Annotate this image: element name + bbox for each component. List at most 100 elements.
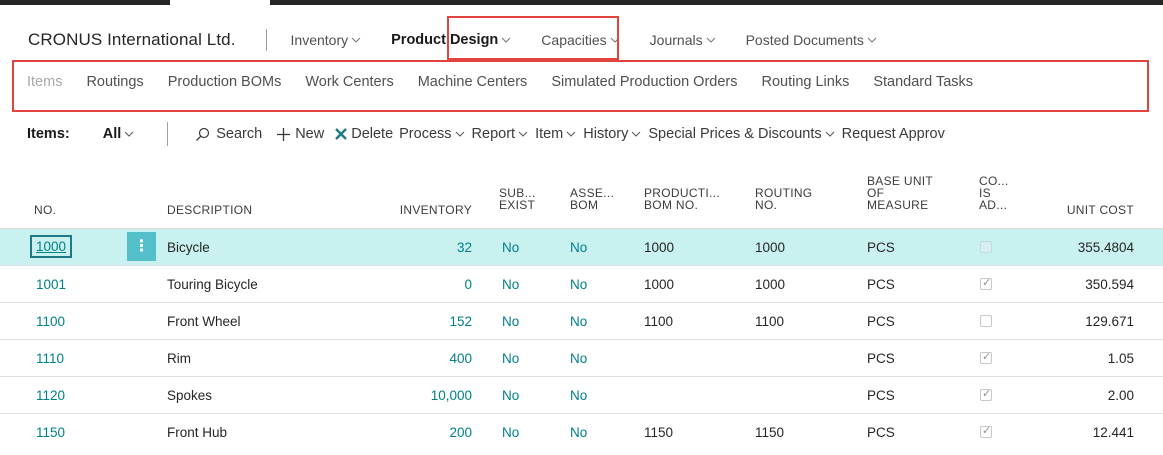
cell-assembly[interactable]: No [570,425,587,440]
col-no[interactable]: NO. [34,204,56,216]
menu-product-design[interactable]: Product Design [391,32,511,48]
cost-adjusted-checkbox [980,350,992,364]
delete-label: Delete [351,126,394,142]
cell-assembly[interactable]: No [570,277,587,292]
subnav-work-centers[interactable]: Work Centers [305,74,393,90]
row-actions-icon[interactable]: ⋮ [127,232,156,261]
subnav-standard-tasks[interactable]: Standard Tasks [873,74,973,90]
process-label: Process [399,126,452,142]
col-description[interactable]: DESCRIPTION [167,204,252,216]
col-routing-no[interactable]: ROUTING NO. [755,187,812,211]
item-menu[interactable]: Item [535,126,576,142]
cell-description: Touring Bicycle [167,277,258,292]
subnav-routings[interactable]: Routings [86,74,143,90]
chevron-down-icon [867,37,877,43]
search-button[interactable]: Search [195,126,262,142]
col-cost-line3: AD... [979,198,1008,212]
delete-button[interactable]: Delete [334,126,393,142]
cell-substitutes[interactable]: No [502,277,519,292]
process-menu[interactable]: Process [399,126,464,142]
cost-adjusted-checkbox [980,424,992,438]
cell-no[interactable]: 1001 [36,277,66,292]
menu-journals[interactable]: Journals [650,32,716,48]
cost-adjusted-checkbox [980,387,992,401]
col-cost-is-adjusted[interactable]: CO... IS AD... [979,175,1009,211]
cell-routing: 1150 [755,425,785,440]
plus-icon [277,127,291,141]
col-assembly-bom[interactable]: ASSE... BOM [570,187,614,211]
chevron-down-icon [518,131,528,137]
menu-capacities[interactable]: Capacities [541,32,620,48]
cell-routing: 1100 [755,314,785,329]
table-row[interactable]: 1100 Front Wheel 152 No No 1100 1100 PCS… [0,303,1163,340]
cell-inventory[interactable]: 152 [449,314,472,329]
view-filter[interactable]: All [103,126,135,142]
col-inventory[interactable]: INVENTORY [400,204,472,216]
subnav-production-boms[interactable]: Production BOMs [168,74,282,90]
cell-unit-cost: 350.594 [1085,277,1134,292]
col-base-line3: MEASURE [867,198,929,212]
cell-description: Front Wheel [167,314,241,329]
cell-assembly[interactable]: No [570,240,587,255]
special-prices-menu[interactable]: Special Prices & Discounts [648,126,835,142]
request-approval-menu[interactable]: Request Approv [842,126,945,142]
subnav-items[interactable]: Items [27,74,62,90]
menu-inventory-label: Inventory [290,32,349,48]
history-menu[interactable]: History [583,126,641,142]
chevron-down-icon [455,131,464,137]
cell-assembly[interactable]: No [570,314,587,329]
item-label: Item [535,126,564,142]
cell-inventory[interactable]: 10,000 [431,388,472,403]
search-icon [196,127,210,141]
sub-navigation: Items Routings Production BOMs Work Cent… [27,74,997,90]
cell-assembly[interactable]: No [570,351,587,366]
menu-inventory[interactable]: Inventory [291,32,362,48]
table-row[interactable]: 1000 ⋮ Bicycle 32 No No 1000 1000 PCS 35… [0,229,1163,266]
col-production-bom-no[interactable]: PRODUCTI... BOM NO. [644,187,720,211]
col-assembly-line2: BOM [570,198,599,212]
cell-no[interactable]: 1120 [36,388,65,403]
cell-no[interactable]: 1110 [36,351,64,366]
cell-inventory[interactable]: 400 [449,351,472,366]
subnav-routing-links[interactable]: Routing Links [761,74,849,90]
report-menu[interactable]: Report [472,126,529,142]
cell-production-bom: 1000 [644,277,675,292]
cell-uom: PCS [867,388,895,403]
cell-inventory[interactable]: 32 [457,240,472,255]
company-name[interactable]: CRONUS International Ltd. [28,30,236,50]
cell-substitutes[interactable]: No [502,351,519,366]
subnav-simulated-production-orders[interactable]: Simulated Production Orders [551,74,737,90]
cell-no[interactable]: 1100 [36,314,65,329]
cell-uom: PCS [867,314,895,329]
cell-substitutes[interactable]: No [502,240,519,255]
menu-product-design-label: Product Design [391,32,499,48]
cell-unit-cost: 1.05 [1107,351,1134,366]
col-unit-cost[interactable]: UNIT COST [1067,204,1134,216]
table-row[interactable]: 1001 Touring Bicycle 0 No No 1000 1000 P… [0,266,1163,303]
col-substitutes-exist[interactable]: SUB... EXIST [499,187,535,211]
cell-unit-cost: 355.4804 [1077,240,1134,255]
cell-no[interactable]: 1150 [36,425,65,440]
table-row[interactable]: 1150 Front Hub 200 No No 1150 1150 PCS 1… [0,414,1163,451]
menu-posted-documents[interactable]: Posted Documents [746,32,877,48]
cell-inventory[interactable]: 0 [464,277,472,292]
chevron-down-icon [351,37,361,43]
col-base-unit-of-measure[interactable]: BASE UNIT OF MEASURE [867,175,933,211]
cell-no[interactable]: 1000 [30,235,73,258]
col-production-line2: BOM NO. [644,198,699,212]
table-row[interactable]: 1110 Rim 400 No No PCS 1.05 [0,340,1163,377]
request-approval-label: Request Approv [841,126,945,142]
cell-inventory[interactable]: 200 [449,425,472,440]
chevron-down-icon [124,131,134,137]
table-row[interactable]: 1120 Spokes 10,000 No No PCS 2.00 [0,377,1163,414]
cell-uom: PCS [867,277,895,292]
cell-assembly[interactable]: No [570,388,587,403]
subnav-machine-centers[interactable]: Machine Centers [418,74,528,90]
cell-substitutes[interactable]: No [502,314,519,329]
cell-substitutes[interactable]: No [502,388,519,403]
cost-adjusted-checkbox [980,276,992,290]
cell-substitutes[interactable]: No [502,425,519,440]
new-button[interactable]: New [276,126,324,142]
chevron-down-icon [610,37,620,43]
chevron-down-icon [632,131,641,137]
